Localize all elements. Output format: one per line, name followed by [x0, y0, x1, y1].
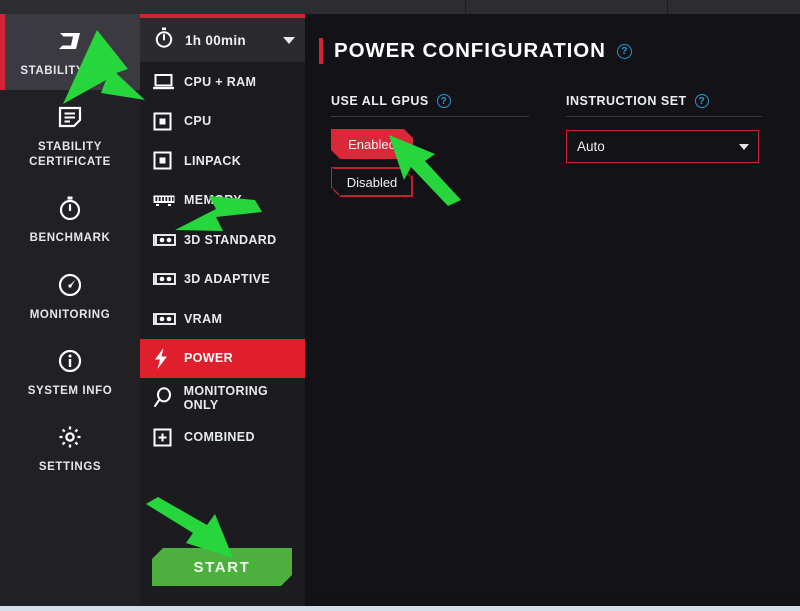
help-icon[interactable]: ?	[695, 94, 709, 108]
field-instruction-set: INSTRUCTION SET ? Auto	[566, 94, 781, 197]
test-item-3d-adaptive[interactable]: 3D ADAPTIVE	[140, 260, 305, 300]
test-type-list: 1h 00min CPU + RAM CPU	[140, 14, 305, 597]
sidebar-item-settings[interactable]: SETTINGS	[0, 410, 140, 486]
divider	[566, 116, 762, 117]
gauge-icon	[56, 268, 84, 302]
stability-test-icon	[56, 24, 84, 58]
field-label: INSTRUCTION SET	[566, 94, 687, 108]
gear-icon	[56, 420, 84, 454]
sidebar-item-stability-test[interactable]: STABILITY TEST	[0, 14, 140, 90]
bottom-left-strip	[0, 597, 140, 606]
test-item-memory[interactable]: MEMORY	[140, 181, 305, 221]
primary-sidebar: STABILITY TEST STABILITY CERTIFICATE BEN…	[0, 14, 140, 597]
test-item-label: POWER	[184, 351, 233, 365]
ram-icon	[153, 193, 179, 207]
app-window: STABILITY TEST STABILITY CERTIFICATE BEN…	[0, 0, 800, 611]
option-enabled[interactable]: Enabled	[331, 129, 413, 159]
test-item-3d-standard[interactable]: 3D STANDARD	[140, 220, 305, 260]
test-item-linpack[interactable]: LINPACK	[140, 141, 305, 181]
topbar-separator	[465, 0, 466, 14]
field-header: USE ALL GPUS ?	[331, 94, 566, 108]
sidebar-item-label: STABILITY CERTIFICATE	[29, 140, 111, 169]
gpu-icon	[153, 312, 179, 326]
instruction-set-value: Auto	[577, 139, 739, 154]
title-accent-bar	[319, 38, 323, 64]
test-item-label: CPU + RAM	[184, 75, 256, 89]
window-topbar	[0, 0, 800, 14]
chevron-down-icon[interactable]	[283, 37, 295, 44]
divider	[331, 116, 529, 117]
bottom-mid-strip	[140, 597, 305, 606]
test-item-cpu[interactable]: CPU	[140, 102, 305, 142]
magnifier-icon	[153, 387, 179, 408]
sidebar-item-stability-certificate[interactable]: STABILITY CERTIFICATE	[0, 90, 140, 181]
test-item-label: 3D ADAPTIVE	[184, 272, 270, 286]
field-label: USE ALL GPUS	[331, 94, 429, 108]
gpu-icon	[153, 272, 179, 286]
info-icon	[56, 344, 84, 378]
sidebar-item-benchmark[interactable]: BENCHMARK	[0, 181, 140, 257]
start-button[interactable]: START	[152, 548, 292, 586]
stopwatch-icon	[153, 26, 175, 54]
topbar-separator	[667, 0, 668, 14]
page-title-row: POWER CONFIGURATION ?	[305, 38, 800, 64]
sidebar-item-label: MONITORING	[30, 308, 111, 322]
test-item-power[interactable]: POWER	[140, 339, 305, 379]
sidebar-item-label: STABILITY TEST	[20, 64, 119, 78]
gpu-icon	[153, 233, 179, 247]
instruction-set-dropdown[interactable]: Auto	[566, 130, 759, 163]
chevron-down-icon[interactable]	[739, 144, 749, 150]
chip-icon	[153, 112, 179, 131]
sidebar-item-monitoring[interactable]: MONITORING	[0, 258, 140, 334]
field-use-all-gpus: USE ALL GPUS ? Enabled Disabled	[331, 94, 566, 197]
test-item-label: LINPACK	[184, 154, 241, 168]
page-title: POWER CONFIGURATION	[334, 39, 606, 63]
duration-value: 1h 00min	[185, 33, 283, 48]
start-button-wrap: START	[152, 548, 292, 586]
sidebar-item-system-info[interactable]: SYSTEM INFO	[0, 334, 140, 410]
certificate-icon	[56, 100, 84, 134]
help-icon[interactable]: ?	[437, 94, 451, 108]
chip-icon	[153, 151, 179, 170]
sidebar-item-label: SETTINGS	[39, 460, 101, 474]
plus-box-icon	[153, 428, 179, 447]
test-item-label: 3D STANDARD	[184, 233, 277, 247]
test-item-label: CPU	[184, 114, 211, 128]
help-icon[interactable]: ?	[617, 44, 632, 59]
sidebar-item-label: BENCHMARK	[30, 231, 111, 245]
test-item-monitoring-only[interactable]: MONITORING ONLY	[140, 378, 305, 418]
option-disabled[interactable]: Disabled	[331, 167, 413, 197]
test-item-label: VRAM	[184, 312, 222, 326]
bottom-light-strip	[0, 606, 800, 611]
test-item-label: MEMORY	[184, 193, 242, 207]
test-item-vram[interactable]: VRAM	[140, 299, 305, 339]
laptop-icon	[153, 73, 179, 90]
stopwatch-icon	[56, 191, 84, 225]
test-item-combined[interactable]: COMBINED	[140, 418, 305, 458]
bolt-icon	[153, 348, 179, 369]
sidebar-item-label: SYSTEM INFO	[28, 384, 113, 398]
main-content: POWER CONFIGURATION ? USE ALL GPUS ? Ena…	[305, 14, 800, 597]
field-header: INSTRUCTION SET ?	[566, 94, 781, 108]
duration-dropdown[interactable]: 1h 00min	[140, 18, 305, 62]
test-item-label: COMBINED	[184, 430, 255, 444]
configuration-fields: USE ALL GPUS ? Enabled Disabled INSTRUCT…	[305, 64, 800, 197]
test-item-label: MONITORING ONLY	[184, 384, 305, 412]
test-item-cpu-ram[interactable]: CPU + RAM	[140, 62, 305, 102]
